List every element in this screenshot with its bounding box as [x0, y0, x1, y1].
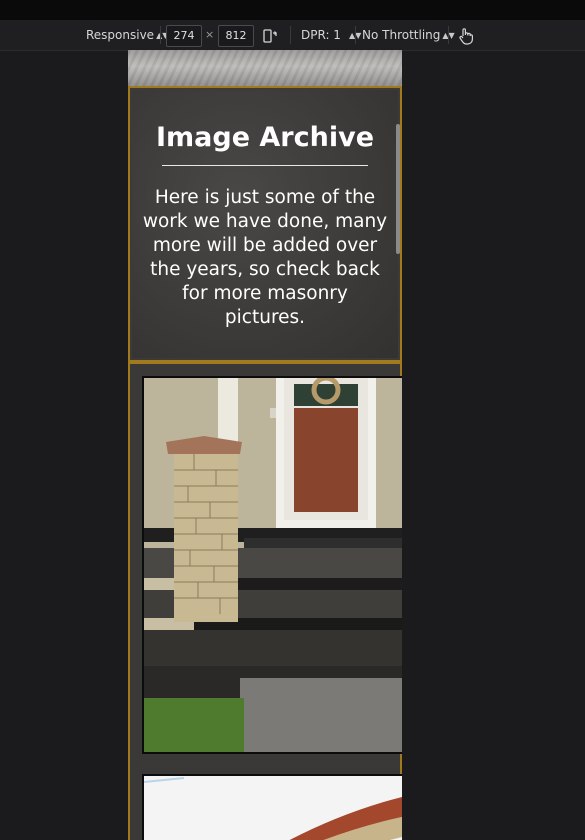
width-input[interactable]: 274 — [166, 25, 202, 47]
device-toolbar: Responsive▲▼ 274 × 812 DPR: 1▲▼ No Throt… — [0, 20, 585, 51]
device-viewport[interactable]: Image Archive Here is just some of the w… — [128, 50, 402, 840]
toolbar-divider — [290, 26, 291, 44]
title-divider — [162, 165, 368, 166]
stone-header-image — [128, 50, 402, 86]
dpr-select[interactable]: DPR: 1▲▼ — [301, 20, 361, 50]
gallery-photo-brick-wall[interactable] — [142, 774, 402, 840]
throttling-label: No Throttling — [362, 28, 441, 42]
brick-wall-photo — [144, 776, 402, 840]
toolbar-divider — [355, 26, 356, 44]
rotate-device-icon[interactable] — [262, 20, 278, 50]
touch-hand-icon[interactable] — [458, 20, 474, 50]
archive-description: Here is just some of the work we have do… — [142, 187, 388, 328]
page-title-text: Image Archive — [155, 122, 375, 153]
viewport-scrollbar[interactable] — [396, 124, 400, 254]
porch-steps-photo — [144, 378, 402, 752]
dpr-label: DPR: 1 — [301, 28, 341, 42]
gallery-photo-porch-steps[interactable] — [142, 376, 402, 754]
archive-heading-panel: Image Archive Here is just some of the w… — [128, 86, 402, 362]
device-mode-label: Responsive — [86, 28, 155, 42]
height-input[interactable]: 812 — [218, 25, 254, 47]
photo-gallery — [128, 362, 402, 840]
device-mode-select[interactable]: Responsive ▲▼ — [86, 20, 168, 50]
toolbar-divider — [448, 26, 449, 44]
browser-top-strip — [0, 0, 585, 20]
throttling-select[interactable]: No Throttling▲▼ — [362, 20, 455, 50]
times-sign: × — [205, 28, 215, 41]
toolbar-divider — [160, 26, 161, 44]
page-title: Image Archive — [130, 120, 400, 155]
